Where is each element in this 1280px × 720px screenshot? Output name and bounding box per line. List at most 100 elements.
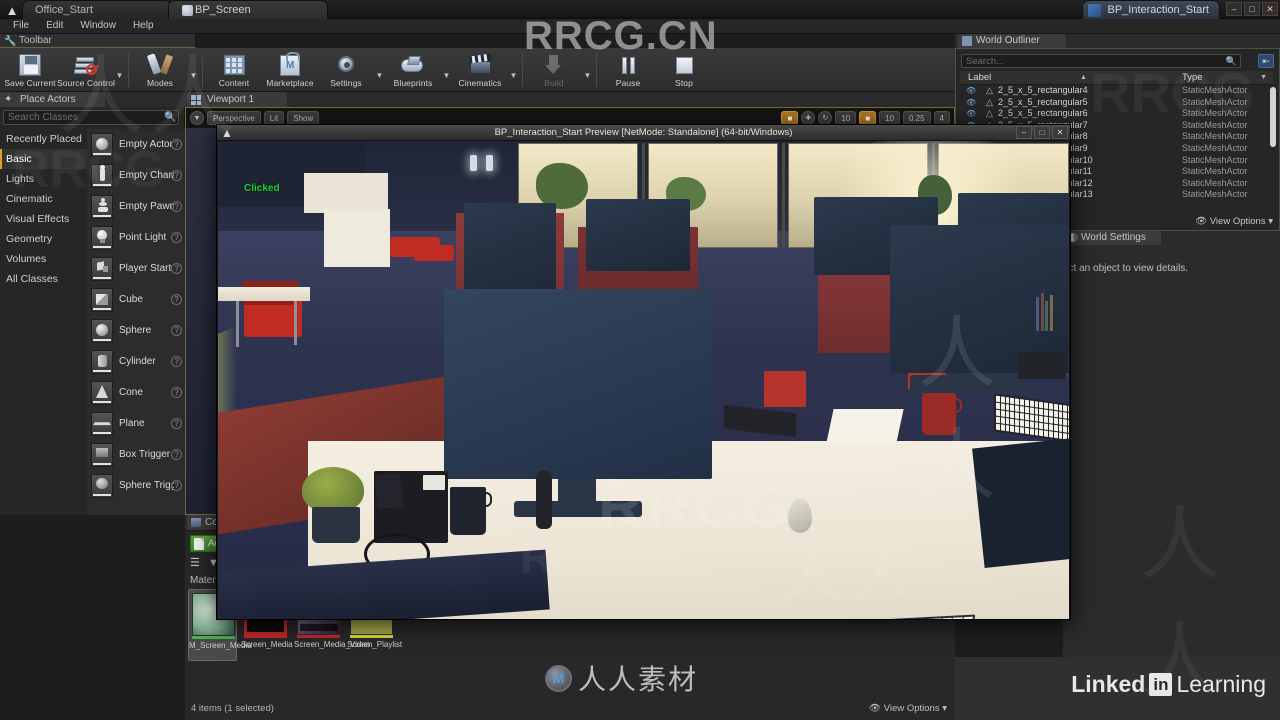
actor-box-trigger[interactable]: Box Trigger ?: [87, 439, 185, 470]
menu-window[interactable]: Window: [73, 19, 123, 33]
preview-window[interactable]: ▲ BP_Interaction_Start Preview [NetMode:…: [216, 124, 1071, 620]
viewport-angle-value[interactable]: 10: [879, 111, 900, 125]
world-outliner-tab[interactable]: World Outliner: [958, 34, 1066, 48]
table-row[interactable]: 👁 △ 2_5_x_5_rectangular4 StaticMeshActor: [960, 85, 1273, 97]
settings-button[interactable]: Settings: [318, 50, 374, 92]
visibility-eye-icon[interactable]: 👁: [966, 86, 976, 95]
category-geometry[interactable]: Geometry: [0, 229, 87, 249]
actor-sphere-trigger[interactable]: Sphere Trigg ?: [87, 470, 185, 501]
blueprints-dropdown-icon[interactable]: ▼: [441, 50, 452, 92]
actor-cylinder[interactable]: Cylinder ?: [87, 346, 185, 377]
category-lights[interactable]: Lights: [0, 169, 87, 189]
category-visual-effects[interactable]: Visual Effects: [0, 209, 87, 229]
tab-bp-interaction-start[interactable]: BP_Interaction_Start: [1082, 0, 1220, 19]
world-settings-tab[interactable]: World Settings: [1065, 231, 1161, 245]
category-all-classes[interactable]: All Classes: [0, 269, 87, 289]
content-browser-view-options[interactable]: 👁 View Options ▾: [869, 703, 947, 714]
help-icon[interactable]: ?: [171, 449, 182, 460]
help-icon[interactable]: ?: [171, 139, 182, 150]
actor-cone[interactable]: Cone ?: [87, 377, 185, 408]
help-icon[interactable]: ?: [171, 294, 182, 305]
actor-point-light[interactable]: Point Light ?: [87, 222, 185, 253]
viewport-rotate-icon[interactable]: ↻: [818, 111, 833, 125]
help-icon[interactable]: ?: [171, 232, 182, 243]
preview-maximize-button[interactable]: □: [1034, 126, 1050, 139]
help-icon[interactable]: ?: [171, 325, 182, 336]
stop-button[interactable]: Stop: [656, 50, 712, 92]
help-icon[interactable]: ?: [171, 418, 182, 429]
viewport-angle-snap-toggle[interactable]: ■: [859, 111, 877, 125]
viewport-camera-speed[interactable]: 4: [933, 111, 950, 125]
tab-office-start[interactable]: Office_Start: [22, 0, 172, 19]
visibility-eye-icon[interactable]: 👁: [966, 109, 976, 118]
build-button[interactable]: Build: [526, 50, 582, 92]
viewport-scale-value[interactable]: 0.25: [902, 111, 931, 125]
sources-panel-icon[interactable]: ☰: [190, 557, 203, 569]
viewport-tab[interactable]: Viewport 1: [187, 92, 287, 107]
sort-ascending-icon[interactable]: ▲: [1080, 74, 1087, 81]
category-cinematic[interactable]: Cinematic: [0, 189, 87, 209]
table-row[interactable]: 👁 △ 2_5_x_5_rectangular6 StaticMeshActor: [960, 108, 1273, 120]
viewport-snap-toggle[interactable]: ■: [781, 111, 799, 125]
column-filter-icon[interactable]: ▼: [1260, 74, 1267, 81]
actor-cube[interactable]: Cube ?: [87, 284, 185, 315]
search-classes-input[interactable]: [8, 111, 160, 124]
tab-bp-screen[interactable]: BP_Screen: [168, 0, 328, 19]
outliner-scrollbar[interactable]: [1270, 87, 1276, 147]
maximize-button[interactable]: □: [1244, 2, 1260, 16]
category-volumes[interactable]: Volumes: [0, 249, 87, 269]
help-icon[interactable]: ?: [171, 356, 182, 367]
search-classes-box[interactable]: 🔍: [3, 110, 179, 125]
viewport-perspective-button[interactable]: Perspective: [207, 111, 261, 125]
outliner-search-box[interactable]: 🔍: [961, 54, 1241, 68]
cinematics-dropdown-icon[interactable]: ▼: [508, 50, 519, 92]
actor-sphere[interactable]: Sphere ?: [87, 315, 185, 346]
place-actors-tab[interactable]: ✦ Place Actors: [0, 92, 105, 107]
viewport-lit-button[interactable]: Lit: [263, 111, 285, 125]
source-control-button[interactable]: Source Control: [57, 50, 115, 92]
column-label-header[interactable]: Label: [968, 72, 991, 83]
viewport-options-icon[interactable]: ▼: [190, 111, 204, 125]
help-icon[interactable]: ?: [171, 170, 182, 181]
visibility-eye-icon[interactable]: 👁: [966, 98, 976, 107]
minimize-button[interactable]: –: [1226, 2, 1242, 16]
menu-edit[interactable]: Edit: [39, 19, 70, 33]
viewport-grid-snap-value[interactable]: 10: [835, 111, 857, 125]
category-recently-placed[interactable]: Recently Placed: [0, 129, 87, 149]
help-icon[interactable]: ?: [171, 387, 182, 398]
toolbar-tab[interactable]: 🔧 Toolbar: [0, 34, 196, 48]
help-icon[interactable]: ?: [171, 201, 182, 212]
settings-dropdown-icon[interactable]: ▼: [374, 50, 385, 92]
modes-dropdown-icon[interactable]: ▼: [188, 50, 199, 92]
marketplace-button[interactable]: Marketplace: [262, 50, 318, 92]
source-control-dropdown-icon[interactable]: ▼: [114, 50, 125, 92]
save-current-button[interactable]: Save Current: [2, 50, 58, 92]
preview-minimize-button[interactable]: –: [1016, 126, 1032, 139]
preview-close-button[interactable]: ✕: [1052, 126, 1068, 139]
help-icon[interactable]: ?: [171, 480, 182, 491]
actor-empty-character[interactable]: Empty Chara ?: [87, 160, 185, 191]
pause-button[interactable]: Pause: [600, 50, 656, 92]
actor-plane[interactable]: Plane ?: [87, 408, 185, 439]
modes-button[interactable]: Modes: [132, 50, 188, 92]
build-dropdown-icon[interactable]: ▼: [582, 50, 593, 92]
viewport-show-button[interactable]: Show: [287, 111, 320, 125]
actor-player-start[interactable]: Player Start ?: [87, 253, 185, 284]
help-icon[interactable]: ?: [171, 263, 182, 274]
table-row[interactable]: 👁 △ 2_5_x_5_rectangular5 StaticMeshActor: [960, 97, 1273, 109]
outliner-search-input[interactable]: [966, 55, 1221, 67]
content-button[interactable]: Content: [206, 50, 262, 92]
actor-empty-pawn[interactable]: Empty Pawn ?: [87, 191, 185, 222]
column-type-header[interactable]: Type: [1182, 72, 1203, 83]
close-button[interactable]: ✕: [1262, 2, 1278, 16]
blueprints-button[interactable]: Blueprints: [385, 50, 441, 92]
preview-game-view[interactable]: Clicked 人人 RRCG 人人: [218, 141, 1069, 619]
viewport-move-icon[interactable]: ✚: [801, 111, 816, 125]
menu-file[interactable]: File: [6, 19, 36, 33]
actor-empty-actor[interactable]: Empty Actor ?: [87, 129, 185, 160]
expand-outliner-button[interactable]: ⇤: [1258, 54, 1274, 68]
cinematics-button[interactable]: Cinematics: [452, 50, 508, 92]
outliner-view-options[interactable]: 👁 View Options ▾: [1195, 216, 1273, 227]
menu-help[interactable]: Help: [126, 19, 161, 33]
category-basic[interactable]: Basic: [0, 149, 87, 169]
